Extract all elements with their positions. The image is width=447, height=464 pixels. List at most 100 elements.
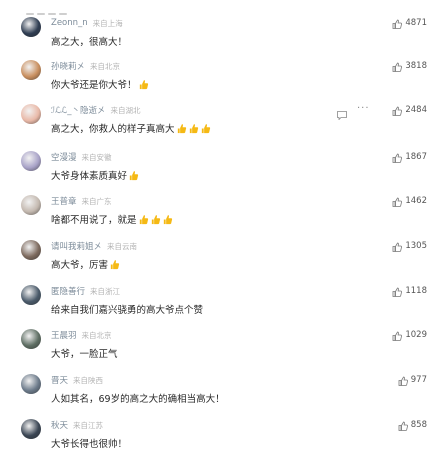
like-button[interactable]: 2484 xyxy=(392,104,427,116)
comment-text-content: 啥都不用说了，就是 xyxy=(51,215,137,226)
comment-text-content: 你大爷还是你大爷！ xyxy=(51,80,137,91)
like-count: 1305 xyxy=(405,241,427,251)
like-button[interactable]: 1305 xyxy=(392,240,427,252)
like-count: 1462 xyxy=(405,196,427,206)
source-location: 来自云南 xyxy=(107,241,138,251)
source-location: 来自北京 xyxy=(81,330,112,340)
comment-meta: 请叫我莉姐㐅 来自云南 xyxy=(51,240,138,253)
top-divider xyxy=(26,0,70,15)
like-button[interactable]: 1118 xyxy=(392,285,427,297)
avatar[interactable] xyxy=(21,151,41,171)
avatar[interactable] xyxy=(21,60,41,80)
comment-text: 人如其名，69岁的高之大的确相当高大！ xyxy=(51,391,225,405)
thumbs-up-emoji-icon xyxy=(108,259,120,270)
avatar[interactable] xyxy=(21,374,41,394)
username[interactable]: 请叫我莉姐㐅 xyxy=(51,240,102,252)
username[interactable]: 孙晓莉㐅 xyxy=(51,60,85,72)
source-location: 来自陕西 xyxy=(73,375,104,385)
thumbs-up-icon xyxy=(392,192,403,211)
thumbs-up-icon xyxy=(392,326,403,345)
like-button[interactable]: 3818 xyxy=(392,60,427,72)
avatar[interactable] xyxy=(21,240,41,260)
comment-text-content: 高之大，你救人的样子真高大 xyxy=(51,124,175,135)
comment-text-content: 大爷身体素质真好 xyxy=(51,171,128,182)
avatar[interactable] xyxy=(21,329,41,349)
source-location: 来自安徽 xyxy=(81,152,112,162)
avatar[interactable] xyxy=(21,104,41,124)
thumbs-up-icon xyxy=(398,416,408,435)
thumbs-up-icon xyxy=(392,57,403,76)
like-count: 977 xyxy=(410,375,427,385)
comment-text: 大爷，一脸正气 xyxy=(51,346,118,360)
thumbs-up-emoji-icon xyxy=(137,79,149,90)
avatar[interactable] xyxy=(21,285,41,305)
thumbs-up-icon xyxy=(392,237,403,256)
comment-text: 给来自我们嘉兴骁勇的高大爷点个赞 xyxy=(51,302,203,316)
like-button[interactable]: 858 xyxy=(398,419,427,431)
like-count: 2484 xyxy=(405,105,427,115)
thumbs-up-icon xyxy=(392,282,403,301)
username[interactable]: 王普章 xyxy=(51,195,77,207)
more-icon[interactable]: ··· xyxy=(357,104,370,114)
thumbs-up-icon xyxy=(392,148,403,167)
like-count: 1118 xyxy=(405,286,427,296)
thumbs-up-icon xyxy=(392,101,403,120)
comment-meta: 孙晓莉㐅 来自北京 xyxy=(51,60,121,73)
username[interactable]: Zeonn_n xyxy=(51,18,88,28)
comment-meta: 秋天 来自江苏 xyxy=(51,419,104,432)
thumbs-up-icon xyxy=(392,14,403,33)
comment-meta: 匿隐善行 来自浙江 xyxy=(51,285,121,298)
comment-meta: ℐℒℒ_丶隐逝㐅 来自湖北 xyxy=(51,104,141,117)
like-count: 1867 xyxy=(405,152,427,162)
thumbs-up-emoji-icon xyxy=(199,123,211,134)
source-location: 来自浙江 xyxy=(90,286,121,296)
source-location: 来自广东 xyxy=(81,196,112,206)
comment-text-content: 高大爷，厉害 xyxy=(51,260,109,271)
thumbs-up-emoji-icon xyxy=(187,123,199,134)
comment-text: 啥都不用说了，就是 xyxy=(51,212,173,226)
comment-meta: 晋天 来自陕西 xyxy=(51,374,104,387)
avatar[interactable] xyxy=(21,17,41,37)
like-button[interactable]: 1462 xyxy=(392,195,427,207)
comment-meta: 空漫漫 来自安徽 xyxy=(51,151,112,164)
like-count: 4871 xyxy=(405,18,427,28)
comment-meta: 王普章 来自广东 xyxy=(51,195,112,208)
source-location: 来自湖北 xyxy=(110,105,141,115)
source-location: 来自上海 xyxy=(92,18,123,28)
comment-meta: 王晨羽 来自北京 xyxy=(51,329,112,342)
comment-icon[interactable] xyxy=(337,105,347,121)
like-count: 3818 xyxy=(405,61,427,71)
username[interactable]: 空漫漫 xyxy=(51,151,77,163)
like-button[interactable]: 977 xyxy=(398,374,427,386)
avatar[interactable] xyxy=(21,195,41,215)
thumbs-up-emoji-icon xyxy=(149,214,161,225)
like-count: 858 xyxy=(410,420,427,430)
avatar[interactable] xyxy=(21,419,41,439)
like-count: 1029 xyxy=(405,330,427,340)
thumbs-up-emoji-icon xyxy=(161,214,173,225)
source-location: 来自北京 xyxy=(90,61,121,71)
comment-meta: Zeonn_n 来自上海 xyxy=(51,17,123,29)
comment-text: 高之大，很高大！ xyxy=(51,34,127,48)
comment-text-content: 高之大，很高大！ xyxy=(51,37,128,48)
username[interactable]: 匿隐善行 xyxy=(51,285,85,297)
comment-text: 高大爷，厉害 xyxy=(51,257,120,271)
username[interactable]: 王晨羽 xyxy=(51,329,77,341)
source-location: 来自江苏 xyxy=(73,420,104,430)
like-button[interactable]: 4871 xyxy=(392,17,427,29)
comment-text-content: 给来自我们嘉兴骁勇的高大爷点个赞 xyxy=(51,305,204,316)
like-button[interactable]: 1029 xyxy=(392,329,427,341)
thumbs-up-emoji-icon xyxy=(127,170,139,181)
comment-text-content: 大爷，一脸正气 xyxy=(51,349,118,360)
username[interactable]: ℐℒℒ_丶隐逝㐅 xyxy=(51,104,106,116)
thumbs-up-emoji-icon xyxy=(137,214,149,225)
like-button[interactable]: 1867 xyxy=(392,151,427,163)
comment-text: 高之大，你救人的样子真高大 xyxy=(51,121,211,135)
comment-text-content: 人如其名，69岁的高之大的确相当高大！ xyxy=(51,394,225,405)
comment-text-content: 大爷长得也很帅！ xyxy=(51,439,128,450)
username[interactable]: 晋天 xyxy=(51,374,68,386)
thumbs-up-emoji-icon xyxy=(175,123,187,134)
username[interactable]: 秋天 xyxy=(51,419,68,431)
comment-text: 你大爷还是你大爷！ xyxy=(51,77,149,91)
thumbs-up-icon xyxy=(398,371,408,390)
